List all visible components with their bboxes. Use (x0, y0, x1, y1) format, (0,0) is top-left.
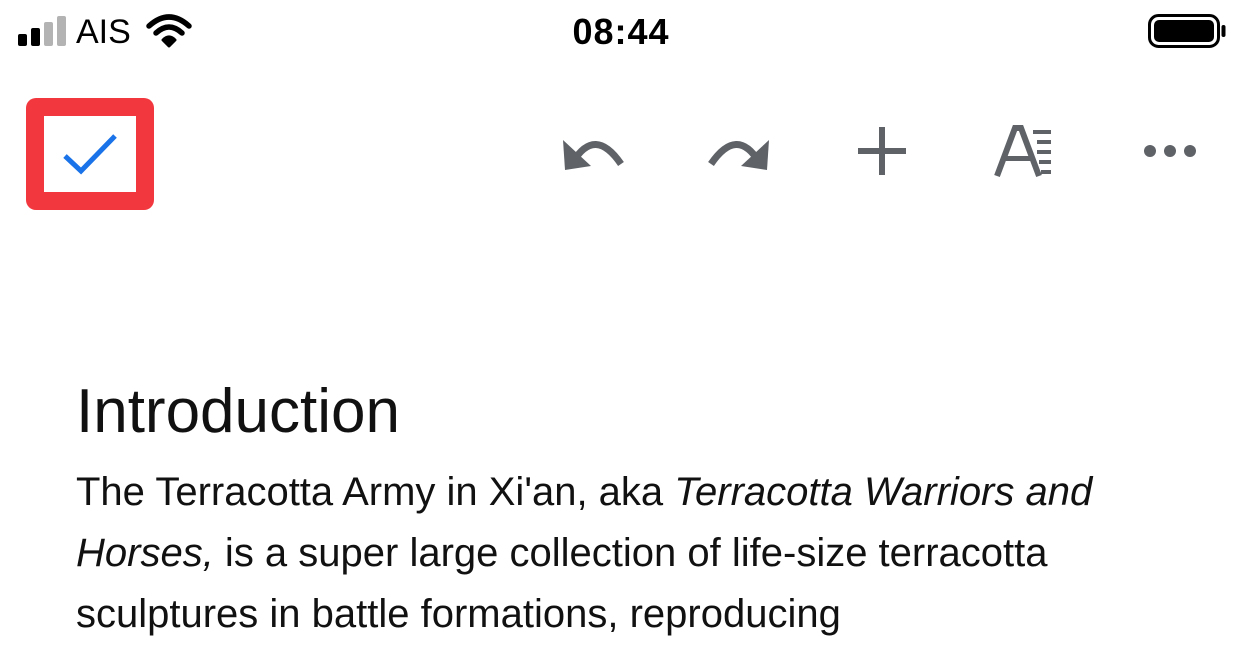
done-button-highlight (26, 98, 154, 210)
more-options-button[interactable] (1134, 120, 1206, 182)
redo-icon (708, 140, 769, 170)
plus-icon (858, 127, 906, 175)
editor-toolbar (0, 90, 1242, 214)
status-bar: AIS 08:44 (0, 0, 1242, 64)
more-icon (1144, 145, 1196, 157)
checkmark-icon (63, 134, 117, 175)
undo-icon (563, 140, 624, 170)
battery-icon (1148, 14, 1226, 48)
text-format-button[interactable] (990, 120, 1062, 182)
undo-button[interactable] (558, 120, 630, 182)
document-paragraph[interactable]: The Terracotta Army in Xi'an, aka Terrac… (76, 462, 1186, 645)
document-body[interactable]: Introduction The Terracotta Army in Xi'a… (76, 376, 1186, 645)
document-heading[interactable]: Introduction (76, 376, 1186, 448)
insert-button[interactable] (846, 120, 918, 182)
text-format-icon (994, 125, 1051, 178)
paragraph-text-start: The Terracotta Army in Xi'an, aka (76, 470, 675, 514)
paragraph-text-end: is a super large collection of life-size… (76, 531, 1048, 636)
redo-button[interactable] (702, 120, 774, 182)
status-time: 08:44 (572, 11, 670, 52)
done-button[interactable] (44, 116, 136, 192)
